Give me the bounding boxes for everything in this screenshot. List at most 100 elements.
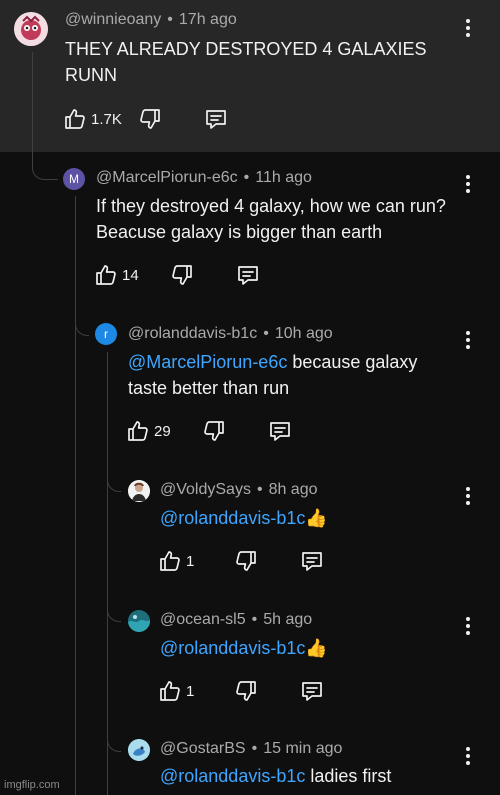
dislike-button[interactable] (202, 419, 226, 443)
dislike-button[interactable] (234, 549, 258, 573)
avatar-letter: r (104, 327, 108, 341)
comment-text: @rolanddavis-b1c👍 (160, 505, 450, 531)
like-button[interactable]: 14 (94, 263, 139, 287)
mention-link[interactable]: @MarcelPiorun-e6c (128, 352, 287, 372)
reply-icon (236, 263, 260, 287)
more-options-icon[interactable] (464, 487, 472, 507)
thumb-up-icon (63, 107, 87, 131)
avatar-image-icon (128, 739, 150, 761)
avatar-image-icon (128, 480, 150, 502)
thumb-up-icon (94, 263, 118, 287)
thread-line (32, 52, 33, 170)
comment-meta: @GostarBS • 15 min ago (160, 740, 342, 758)
username[interactable]: @VoldySays (160, 481, 251, 498)
thread-line (75, 196, 76, 795)
username[interactable]: @ocean-sl5 (160, 611, 246, 628)
comment-body: ladies first (305, 766, 392, 786)
username[interactable]: @MarcelPiorun-e6c (96, 169, 238, 186)
like-count: 29 (154, 422, 171, 440)
comment-meta: @ocean-sl5 • 5h ago (160, 611, 312, 629)
reply-button[interactable] (204, 107, 228, 131)
username[interactable]: @winnieoany (65, 11, 161, 28)
comment-body: 👍 (305, 638, 328, 658)
thumb-up-icon (158, 549, 182, 573)
reply-button[interactable] (300, 679, 324, 703)
timestamp: 17h ago (178, 11, 237, 28)
timestamp: 15 min ago (263, 740, 343, 757)
thumb-down-icon (138, 107, 162, 131)
avatar-letter: M (69, 172, 79, 186)
comment-meta: @rolanddavis-b1c • 10h ago (128, 325, 333, 343)
separator: • (251, 740, 258, 757)
like-count: 14 (122, 266, 139, 284)
reply-icon (268, 419, 292, 443)
avatar-image-icon (128, 610, 150, 632)
reply-button[interactable] (236, 263, 260, 287)
avatar[interactable] (128, 480, 150, 502)
comment-actions: 29 (126, 419, 326, 445)
separator: • (256, 481, 263, 498)
comment-text: @MarcelPiorun-e6c because galaxy taste b… (128, 349, 458, 401)
thumb-up-icon (126, 419, 150, 443)
comment-body: 👍 (305, 508, 328, 528)
comment-text: @rolanddavis-b1c👍 (160, 635, 450, 661)
mention-link[interactable]: @rolanddavis-b1c (160, 508, 305, 528)
separator: • (251, 611, 258, 628)
dislike-button[interactable] (234, 679, 258, 703)
separator: • (167, 11, 173, 28)
thumb-down-icon (234, 549, 258, 573)
more-options-icon[interactable] (464, 747, 472, 767)
like-button[interactable]: 1 (158, 679, 194, 703)
separator: • (243, 169, 250, 186)
reply-button[interactable] (268, 419, 292, 443)
timestamp: 5h ago (263, 611, 313, 628)
reply-icon (300, 679, 324, 703)
avatar[interactable]: r (95, 323, 117, 345)
like-button[interactable]: 1 (158, 549, 194, 573)
more-options-icon[interactable] (464, 617, 472, 637)
thumb-down-icon (234, 679, 258, 703)
comment-text: If they destroyed 4 galaxy, how we can r… (96, 196, 446, 242)
username[interactable]: @GostarBS (160, 740, 246, 757)
thread-branch (75, 316, 89, 336)
like-count: 1.7K (91, 110, 122, 128)
more-options-icon[interactable] (464, 331, 472, 351)
comment-meta: @MarcelPiorun-e6c • 11h ago (96, 169, 312, 187)
reply-button[interactable] (300, 549, 324, 573)
comment-meta: @winnieoany • 17h ago (65, 11, 237, 29)
mention-link[interactable]: @rolanddavis-b1c (160, 766, 305, 786)
comment-actions: 1 (158, 679, 358, 705)
timestamp: 11h ago (255, 169, 312, 186)
like-count: 1 (186, 682, 195, 700)
more-options-icon[interactable] (464, 19, 472, 39)
thread-branch (32, 160, 58, 180)
thread-branch (107, 602, 121, 622)
thumb-up-icon (158, 679, 182, 703)
thumb-down-icon (202, 419, 226, 443)
mention-link[interactable]: @rolanddavis-b1c (160, 638, 305, 658)
like-count: 1 (186, 552, 195, 570)
avatar[interactable] (128, 739, 150, 761)
dislike-button[interactable] (170, 263, 194, 287)
avatar[interactable] (14, 12, 48, 46)
reply-icon (204, 107, 228, 131)
dislike-button[interactable] (138, 107, 162, 131)
comment-actions: 1.7K (63, 107, 263, 133)
avatar-image-icon (14, 12, 48, 46)
thumb-down-icon (170, 263, 194, 287)
thread-line (107, 352, 108, 795)
avatar[interactable]: M (63, 168, 85, 190)
comment-actions: 14 (94, 263, 294, 289)
timestamp: 10h ago (274, 325, 333, 342)
like-button[interactable]: 29 (126, 419, 171, 443)
thread-branch (107, 472, 121, 492)
like-button[interactable]: 1.7K (63, 107, 122, 131)
thread-branch (107, 732, 121, 752)
username[interactable]: @rolanddavis-b1c (128, 325, 257, 342)
watermark: imgflip.com (4, 779, 60, 791)
comment-text: @rolanddavis-b1c ladies first (160, 763, 460, 789)
comment-actions: 1 (158, 549, 358, 575)
avatar[interactable] (128, 610, 150, 632)
more-options-icon[interactable] (464, 175, 472, 195)
comment-meta: @VoldySays • 8h ago (160, 481, 318, 499)
